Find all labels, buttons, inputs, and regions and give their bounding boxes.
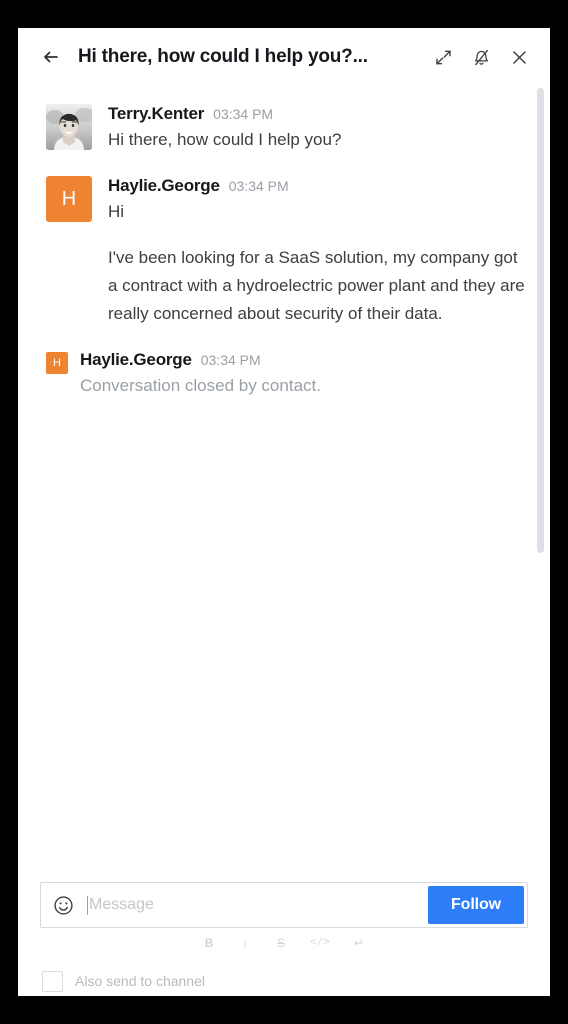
bold-button[interactable]: B [202,934,216,952]
expand-button[interactable] [432,46,454,68]
strikethrough-button[interactable]: S [274,934,288,952]
close-x-icon [512,50,526,64]
also-send-label: Also send to channel [75,973,205,989]
also-send-checkbox[interactable] [42,970,63,992]
message-body: Terry.Kenter 03:34 PM Hi there, how coul… [108,104,528,154]
chat-header: Hi there, how could I help you?... [18,28,550,86]
scrollbar-track[interactable] [537,86,547,882]
text-caret [87,895,88,915]
composer-input-row: Message Follow [40,882,528,928]
emoji-button[interactable] [41,883,85,927]
message-input-placeholder: Message [89,896,154,913]
formatting-toolbar: B i S </> ↵ [40,930,528,956]
message-composer: Message Follow B i S </> ↵ Also send to … [18,882,550,996]
message-list[interactable]: Terry.Kenter 03:34 PM Hi there, how coul… [18,86,550,882]
follow-button[interactable]: Follow [428,886,524,924]
message-input[interactable]: Message [85,883,428,927]
mute-button[interactable] [470,46,492,68]
line-break-button[interactable]: ↵ [352,934,366,952]
message-body: Haylie.George 03:34 PM Hi I've been look… [108,176,528,328]
avatar: H [46,176,92,222]
close-button[interactable] [508,46,530,68]
app-screen: Hi there, how could I help you?... Terry… [0,0,568,1024]
message-meta: Haylie.George 03:34 PM [80,350,528,370]
message-text: Hi [108,202,125,221]
message-meta: Haylie.George 03:34 PM [108,176,528,196]
message-body: Haylie.George 03:34 PM Conversation clos… [80,350,528,400]
message-timestamp: 03:34 PM [228,178,289,194]
user-photo-icon [46,104,92,150]
avatar: H [46,352,68,374]
scrollbar-thumb[interactable] [537,88,544,553]
message-text: I've been looking for a SaaS solution, m… [108,248,530,323]
message-author: Haylie.George [108,176,220,195]
also-send-to-channel-row: Also send to channel [40,956,528,996]
chat-panel: Hi there, how could I help you?... Terry… [18,28,550,996]
code-button[interactable]: </> [310,934,330,952]
message-timestamp: 03:34 PM [200,352,261,368]
expand-diagonal-icon [435,50,451,64]
arrow-left-icon [44,51,58,63]
message-item: Terry.Kenter 03:34 PM Hi there, how coul… [18,104,550,154]
message-item-system: H Haylie.George 03:34 PM Conversation cl… [18,350,550,400]
message-item: H Haylie.George 03:34 PM Hi I've been lo… [18,176,550,328]
bell-slash-icon [474,49,488,65]
back-button[interactable] [36,42,66,72]
page-title: Hi there, how could I help you?... [78,46,368,67]
message-text: Hi there, how could I help you? [108,130,342,149]
system-message-text: Conversation closed by contact. [80,376,321,395]
smiley-face-icon [53,895,73,915]
message-meta: Terry.Kenter 03:34 PM [108,104,528,124]
message-author: Haylie.George [80,350,192,369]
message-timestamp: 03:34 PM [213,106,274,122]
message-author: Terry.Kenter [108,104,205,123]
header-actions [432,46,530,68]
italic-button[interactable]: i [238,934,252,952]
avatar [46,104,92,150]
